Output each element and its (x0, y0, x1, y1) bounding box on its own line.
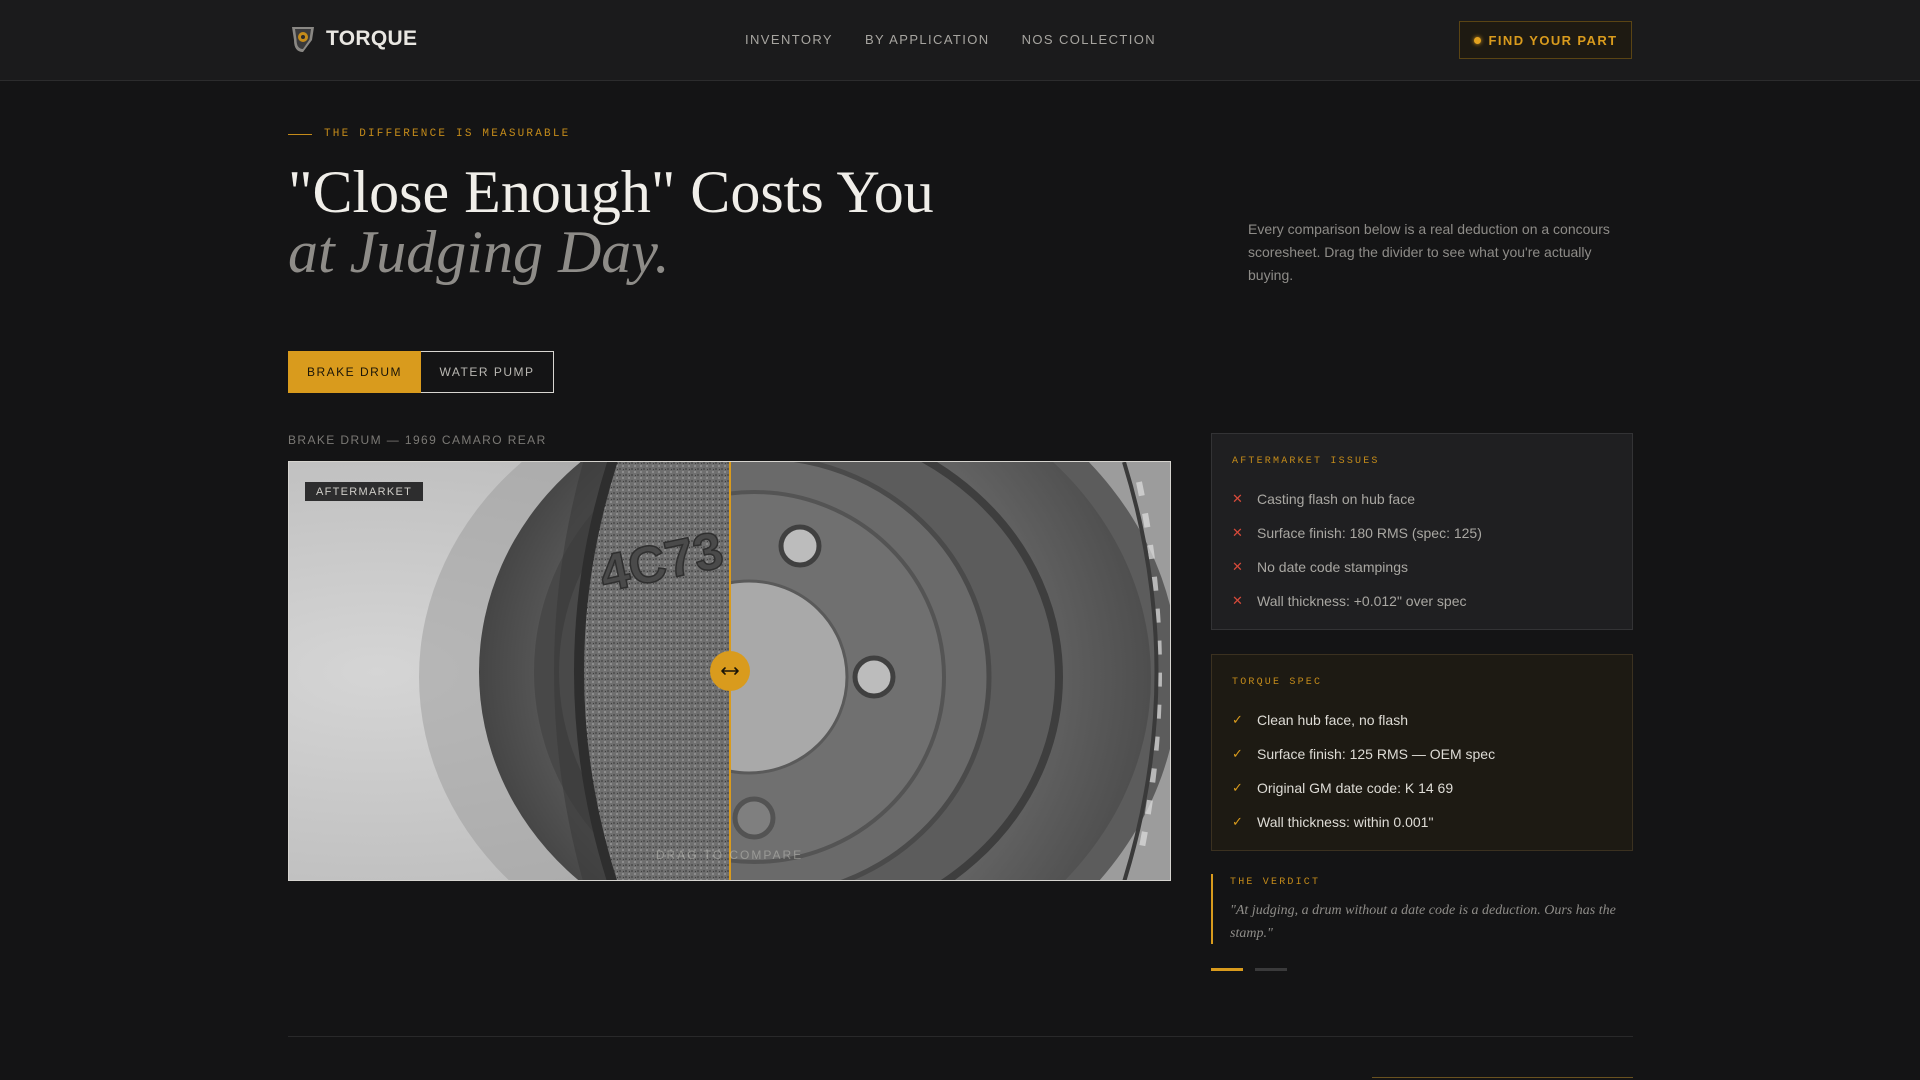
drag-hint: DRAG TO COMPARE (655, 848, 804, 862)
eyebrow-rule (288, 133, 312, 135)
issue-text: Wall thickness: +0.012" over spec (1257, 593, 1467, 609)
spec-list: ✓ Clean hub face, no flash ✓ Surface finis… (1232, 703, 1612, 839)
status-dot-icon (1473, 36, 1481, 44)
hero-title: "Close Enough" Costs You (288, 159, 934, 225)
drag-horizontal-icon[interactable] (710, 651, 750, 691)
check-mark-icon: ✓ (1232, 780, 1243, 795)
find-your-part-label: FIND YOUR PART (1488, 32, 1618, 48)
hero-description: Every comparison below is a real deducti… (1248, 221, 1610, 283)
spec-item: ✓ Wall thickness: within 0.001" (1232, 805, 1612, 839)
issues-heading: AFTERMARKET ISSUES (1232, 456, 1380, 467)
check-mark-icon: ✓ (1232, 814, 1243, 829)
spec-text: Surface finish: 125 RMS — OEM spec (1257, 746, 1496, 762)
check-mark-icon: ✓ (1232, 712, 1243, 727)
issue-item: ✕ Surface finish: 180 RMS (spec: 125) (1232, 516, 1612, 550)
spec-item: ✓ Original GM date code: K 14 69 (1232, 771, 1612, 805)
pager-dot-2[interactable] (1255, 968, 1287, 971)
spec-heading: TORQUE SPEC (1232, 677, 1323, 688)
section-divider (288, 1036, 1633, 1037)
brand-logo[interactable]: TORQUE (288, 24, 417, 54)
spec-text: Original GM date code: K 14 69 (1257, 780, 1454, 796)
issue-item: ✕ Casting flash on hub face (1232, 482, 1612, 516)
shield-logo-icon (292, 27, 314, 52)
carousel-pager (1211, 968, 1287, 971)
tab-water-pump[interactable]: WATER PUMP (421, 351, 554, 393)
torque-spec-panel: TORQUE SPEC ✓ Clean hub face, no flash ✓ S… (1211, 654, 1633, 851)
nav-link-by-application[interactable]: BY APPLICATION (865, 32, 990, 47)
issue-item: ✕ Wall thickness: +0.012" over spec (1232, 584, 1612, 618)
check-mark-icon: ✓ (1232, 746, 1243, 761)
x-mark-icon: ✕ (1232, 491, 1243, 506)
pager-dot-1[interactable] (1211, 968, 1243, 971)
comparison-slider[interactable]: 4C73 AFTERMARKET DRAG TO COMPARE (288, 461, 1171, 881)
x-mark-icon: ✕ (1232, 593, 1243, 608)
verdict-heading: THE VERDICT (1230, 877, 1321, 888)
spec-text: Wall thickness: within 0.001" (1257, 814, 1434, 830)
verdict-quote: "At judging, a drum without a date code … (1230, 903, 1616, 941)
spec-item: ✓ Surface finish: 125 RMS — OEM spec (1232, 737, 1612, 771)
nav-link-inventory[interactable]: INVENTORY (745, 32, 833, 47)
issue-text: No date code stampings (1257, 559, 1408, 575)
brand-name: TORQUE (326, 27, 418, 50)
issue-text: Surface finish: 180 RMS (spec: 125) (1257, 525, 1482, 541)
issue-item: ✕ No date code stampings (1232, 550, 1612, 584)
main-nav: INVENTORY BY APPLICATION NOS COLLECTION (745, 32, 1156, 47)
aftermarket-badge: AFTERMARKET (305, 482, 424, 501)
hero-title-italic: at Judging Day. (288, 219, 670, 285)
find-your-part-button[interactable]: FIND YOUR PART (1459, 21, 1632, 59)
tab-brake-drum[interactable]: BRAKE DRUM (288, 351, 421, 393)
eyebrow-text: THE DIFFERENCE IS MEASURABLE (324, 128, 571, 140)
part-tabs: BRAKE DRUM WATER PUMP (288, 351, 554, 393)
verdict-block: THE VERDICT "At judging, a drum without … (1211, 874, 1633, 944)
spec-text: Clean hub face, no flash (1257, 712, 1408, 728)
comparison-label: BRAKE DRUM — 1969 CAMARO REAR (288, 433, 547, 447)
nav-link-nos-collection[interactable]: NOS COLLECTION (1022, 32, 1156, 47)
x-mark-icon: ✕ (1232, 559, 1243, 574)
hero-eyebrow: THE DIFFERENCE IS MEASURABLE (288, 128, 570, 140)
issue-text: Casting flash on hub face (1257, 491, 1415, 507)
spec-item: ✓ Clean hub face, no flash (1232, 703, 1612, 737)
aftermarket-issues-panel: AFTERMARKET ISSUES ✕ Casting flash on hub… (1211, 433, 1633, 630)
next-section-accent (1372, 1077, 1633, 1078)
x-mark-icon: ✕ (1232, 525, 1243, 540)
issues-list: ✕ Casting flash on hub face ✕ Surface fini… (1232, 482, 1612, 618)
site-header: TORQUE INVENTORY BY APPLICATION NOS COLL… (0, 0, 1920, 81)
